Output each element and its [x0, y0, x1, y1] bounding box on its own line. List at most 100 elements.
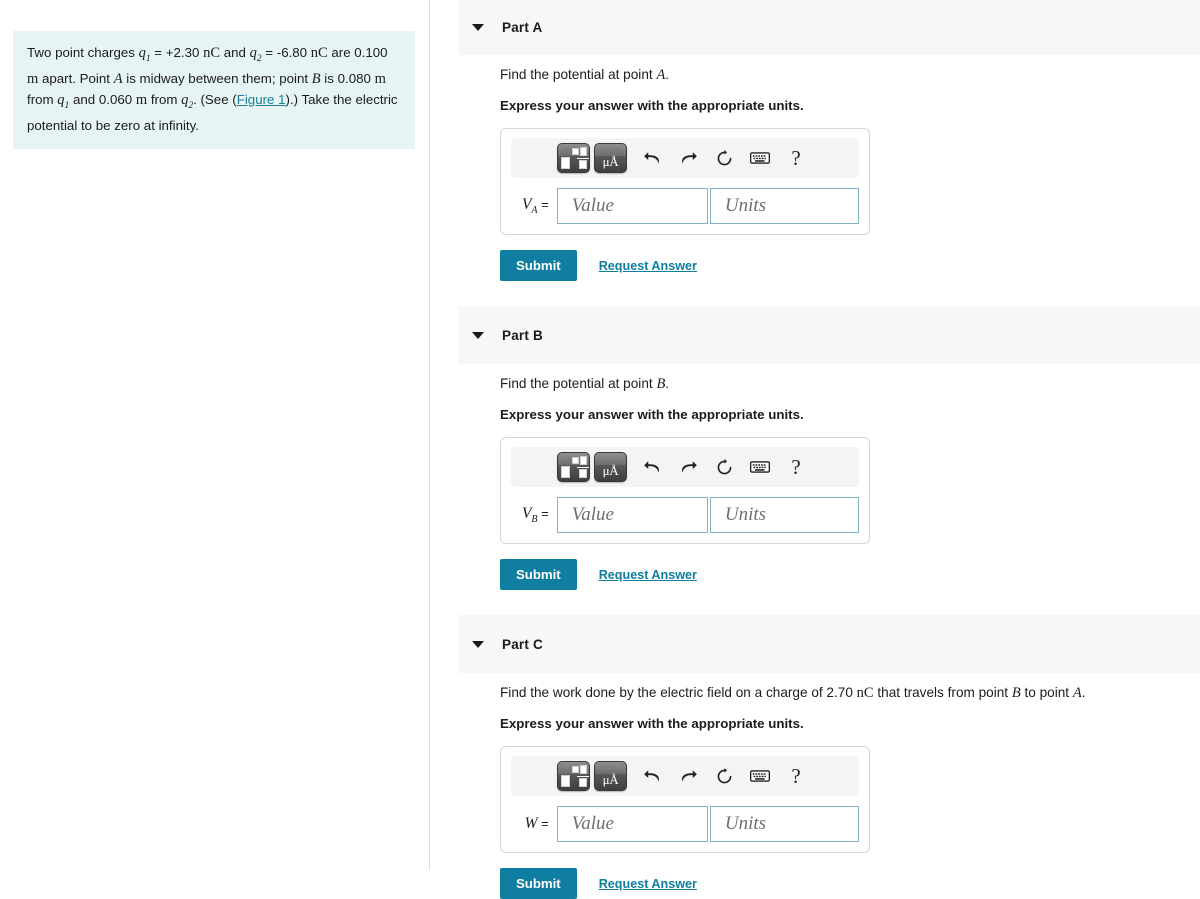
keyboard-icon[interactable] — [745, 452, 775, 482]
value-input[interactable]: Value — [556, 806, 708, 842]
answer-panel: Part A Find the potential at point A. Ex… — [430, 0, 1200, 899]
help-icon[interactable]: ? — [781, 761, 811, 791]
request-answer-link[interactable]: Request Answer — [599, 259, 697, 273]
collapse-caret-icon[interactable] — [472, 640, 484, 648]
math-unit: m — [135, 91, 148, 108]
help-question-mark: ? — [791, 145, 801, 170]
math-variable: q1 — [138, 45, 151, 64]
variable-label: VA = — [521, 195, 549, 217]
math-template-icon[interactable] — [557, 761, 590, 791]
help-icon[interactable]: ? — [781, 143, 811, 173]
reset-icon[interactable] — [709, 452, 739, 482]
units-symbol: μÅ — [602, 463, 619, 478]
value-placeholder: Value — [571, 504, 614, 525]
part-header-part-c[interactable]: Part C — [458, 615, 1200, 673]
math-template-icon[interactable] — [557, 143, 590, 173]
keyboard-icon[interactable] — [745, 143, 775, 173]
answer-input-row: VB = Value Units — [511, 497, 859, 533]
undo-icon[interactable] — [637, 452, 667, 482]
math-variable: A — [656, 67, 666, 83]
part-header-part-a[interactable]: Part A — [458, 0, 1200, 55]
math-variable: q2 — [249, 45, 262, 64]
part-prompt: Find the potential at point B. — [500, 376, 670, 392]
help-icon[interactable]: ? — [781, 452, 811, 482]
math-unit: m — [27, 71, 39, 88]
request-answer-link[interactable]: Request Answer — [599, 568, 697, 582]
math-toolbar: μÅ ? — [511, 138, 859, 178]
units-instruction: Express your answer with the appropriate… — [500, 716, 804, 731]
answer-actions: Submit Request Answer — [500, 868, 1086, 899]
units-template-icon[interactable]: μÅ — [594, 143, 627, 173]
problem-statement-text: Two point charges q1 = +2.30 nC and q2 =… — [27, 45, 398, 133]
math-variable: q1 — [57, 91, 70, 111]
part-title: Part A — [502, 20, 543, 35]
part-prompt: Find the work done by the electric field… — [500, 685, 1086, 701]
math-variable: B — [1011, 685, 1021, 701]
undo-icon[interactable] — [637, 761, 667, 791]
collapse-caret-icon[interactable] — [472, 24, 484, 31]
units-input[interactable]: Units — [709, 497, 859, 533]
keyboard-icon[interactable] — [745, 761, 775, 791]
answer-input-row: VA = Value Units — [511, 188, 859, 224]
problem-page: Two point charges q1 = +2.30 nC and q2 =… — [0, 0, 1200, 899]
reset-icon[interactable] — [709, 761, 739, 791]
submit-button[interactable]: Submit — [500, 559, 577, 590]
answer-input-box: μÅ — [500, 746, 870, 853]
value-placeholder: Value — [571, 195, 614, 216]
part-body-part-b: Find the potential at point B. Express y… — [500, 375, 870, 590]
units-input[interactable]: Units — [709, 188, 859, 224]
math-toolbar: μÅ ? — [511, 447, 859, 487]
math-variable: A — [113, 71, 123, 88]
value-input[interactable]: Value — [556, 188, 708, 224]
part-body-part-c: Find the work done by the electric field… — [500, 684, 1086, 899]
units-input[interactable]: Units — [709, 806, 859, 842]
value-placeholder: Value — [571, 813, 614, 834]
units-instruction: Express your answer with the appropriate… — [500, 407, 804, 422]
part-body-part-a: Find the potential at point A. Express y… — [500, 66, 870, 281]
units-placeholder: Units — [724, 504, 767, 525]
math-unit: m — [374, 71, 386, 88]
collapse-caret-icon[interactable] — [472, 331, 484, 339]
undo-icon[interactable] — [637, 143, 667, 173]
math-unit: nC — [310, 45, 328, 61]
variable-label: W = — [524, 815, 549, 832]
variable-label: VB = — [521, 504, 549, 526]
units-instruction: Express your answer with the appropriate… — [500, 98, 804, 113]
redo-icon[interactable] — [673, 143, 703, 173]
units-template-icon[interactable]: μÅ — [594, 761, 627, 791]
math-unit: nC — [203, 45, 221, 61]
answer-input-row: W = Value Units — [511, 806, 859, 842]
units-symbol: μÅ — [602, 772, 619, 787]
figure-link[interactable]: Figure 1 — [237, 92, 286, 107]
units-placeholder: Units — [724, 195, 767, 216]
units-symbol: μÅ — [602, 154, 619, 169]
part-title: Part C — [502, 636, 543, 652]
part-title: Part B — [502, 327, 543, 343]
submit-button[interactable]: Submit — [500, 868, 577, 899]
math-variable: q2 — [181, 91, 194, 111]
units-template-icon[interactable]: μÅ — [594, 452, 627, 482]
help-question-mark: ? — [791, 454, 801, 479]
answer-actions: Submit Request Answer — [500, 250, 870, 281]
reset-icon[interactable] — [709, 143, 739, 173]
answer-input-box: μÅ — [500, 437, 870, 544]
request-answer-link[interactable]: Request Answer — [599, 877, 697, 891]
part-prompt: Find the potential at point A. — [500, 67, 670, 83]
answer-actions: Submit Request Answer — [500, 559, 870, 590]
math-variable: A — [1072, 685, 1082, 701]
math-unit: nC — [856, 685, 874, 701]
problem-statement-box: Two point charges q1 = +2.30 nC and q2 =… — [13, 31, 415, 150]
part-header-part-b[interactable]: Part B — [458, 306, 1200, 364]
math-variable: B — [656, 376, 666, 392]
units-placeholder: Units — [724, 813, 767, 834]
value-input[interactable]: Value — [556, 497, 708, 533]
math-variable: B — [311, 71, 321, 88]
answer-input-box: μÅ — [500, 128, 870, 235]
problem-statement-panel: Two point charges q1 = +2.30 nC and q2 =… — [0, 0, 430, 870]
math-toolbar: μÅ ? — [511, 756, 859, 796]
redo-icon[interactable] — [673, 452, 703, 482]
help-question-mark: ? — [791, 763, 801, 788]
redo-icon[interactable] — [673, 761, 703, 791]
math-template-icon[interactable] — [557, 452, 590, 482]
submit-button[interactable]: Submit — [500, 250, 577, 281]
